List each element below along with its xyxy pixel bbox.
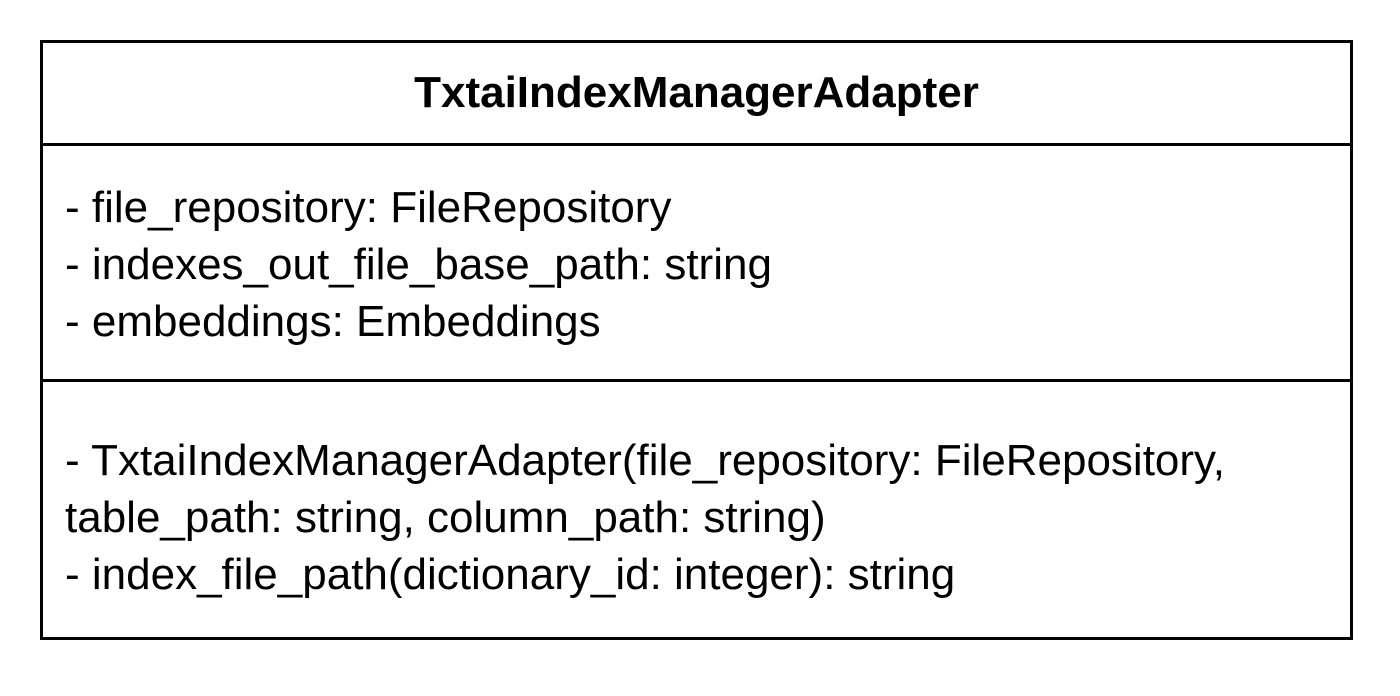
attributes-compartment: - file_repository: FileRepository - inde…	[43, 146, 1350, 382]
method-constructor-line-2: table_path: string, column_path: string)	[65, 493, 826, 542]
attribute-embeddings: - embeddings: Embeddings	[65, 297, 601, 346]
method-index-file-path: - index_file_path(dictionary_id: integer…	[65, 550, 956, 599]
method-constructor-line-1: - TxtaiIndexManagerAdapter(file_reposito…	[65, 436, 1226, 485]
uml-class-box: TxtaiIndexManagerAdapter - file_reposito…	[40, 40, 1353, 640]
methods-compartment: - TxtaiIndexManagerAdapter(file_reposito…	[43, 382, 1350, 637]
class-name-compartment: TxtaiIndexManagerAdapter	[43, 43, 1350, 146]
attribute-indexes-out-file-base-path: - indexes_out_file_base_path: string	[65, 240, 772, 289]
class-name: TxtaiIndexManagerAdapter	[414, 68, 979, 117]
attribute-file-repository: - file_repository: FileRepository	[65, 183, 672, 232]
